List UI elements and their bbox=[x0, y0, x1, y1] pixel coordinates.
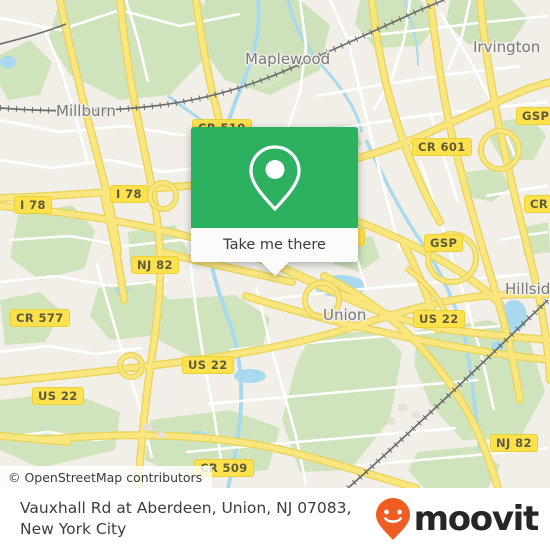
shield-gsp-a: GSP bbox=[516, 107, 550, 125]
map-canvas[interactable]: Maplewood Irvington Millburn Union Hills… bbox=[0, 0, 550, 488]
shield-cr-edge: CR bbox=[524, 195, 550, 213]
location-title: Vauxhall Rd at Aberdeen, Union, NJ 07083… bbox=[20, 499, 352, 538]
take-me-there-button[interactable]: Take me there bbox=[191, 228, 358, 262]
location-pin-icon bbox=[248, 144, 301, 211]
moovit-pin-smiley-icon bbox=[375, 498, 410, 540]
shield-gsp-b: GSP bbox=[424, 234, 464, 252]
osm-attribution[interactable]: © OpenStreetMap contributors bbox=[0, 466, 213, 488]
shield-us-22-c: US 22 bbox=[413, 310, 465, 328]
moovit-wordmark: moovit bbox=[413, 499, 540, 539]
shield-nj-82-b: NJ 82 bbox=[490, 434, 538, 452]
shield-nj-82-a: NJ 82 bbox=[131, 256, 179, 274]
shield-us-22-a: US 22 bbox=[182, 356, 234, 374]
shield-i-78-b: I 78 bbox=[14, 196, 52, 214]
shield-cr-577: CR 577 bbox=[10, 309, 70, 327]
location-popup-card[interactable]: Take me there bbox=[191, 127, 358, 276]
footer-bar: Vauxhall Rd at Aberdeen, Union, NJ 07083… bbox=[0, 488, 550, 550]
popup-pointer-tail bbox=[260, 262, 289, 276]
popup-pin-panel bbox=[191, 127, 358, 228]
shield-i-78-a: I 78 bbox=[110, 185, 148, 203]
shield-us-22-b: US 22 bbox=[32, 387, 84, 405]
screenshot-root: Maplewood Irvington Millburn Union Hills… bbox=[0, 0, 550, 550]
shield-cr-601-a: CR 601 bbox=[412, 138, 472, 156]
moovit-brand[interactable]: moovit bbox=[375, 497, 540, 541]
